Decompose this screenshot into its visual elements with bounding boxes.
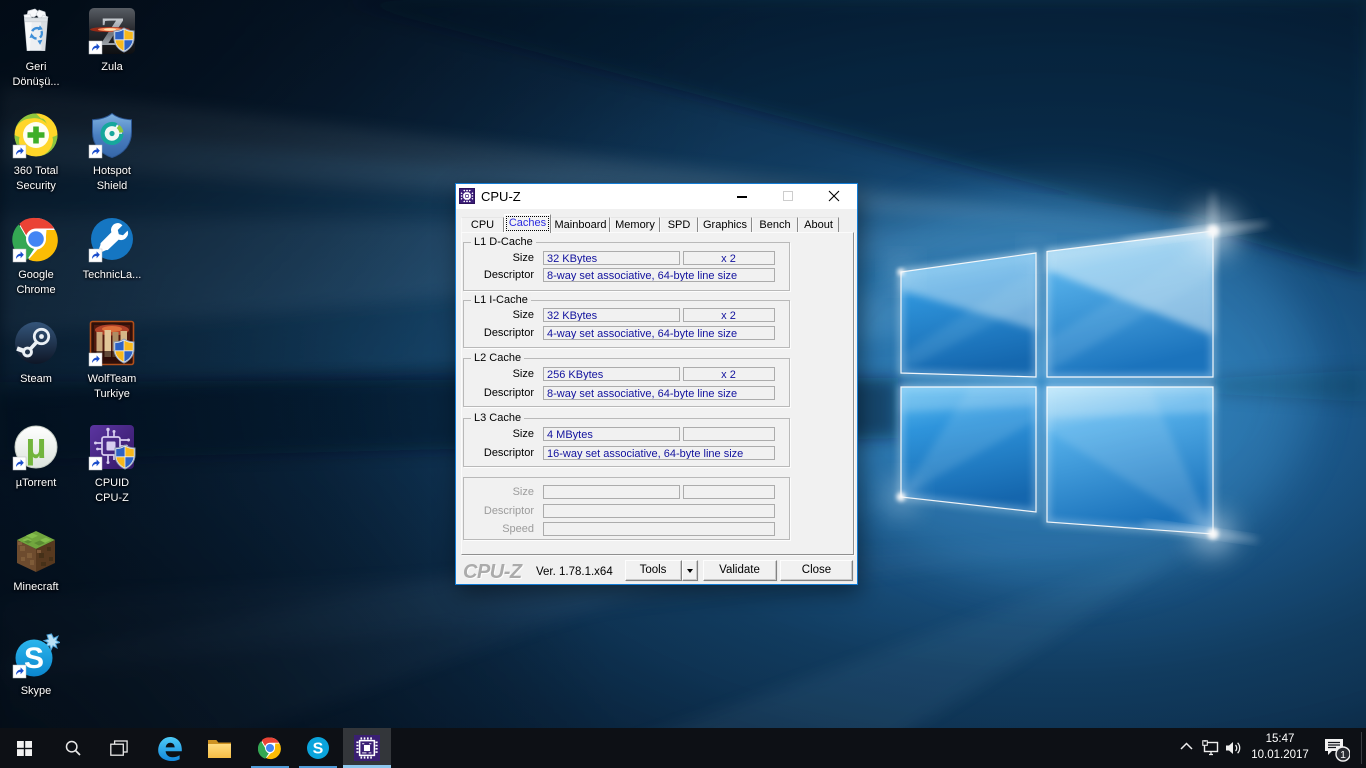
svg-text:S: S bbox=[24, 642, 44, 675]
svg-text:µ: µ bbox=[26, 425, 47, 466]
svg-text:1: 1 bbox=[1340, 749, 1346, 761]
svg-text:S: S bbox=[313, 741, 324, 758]
